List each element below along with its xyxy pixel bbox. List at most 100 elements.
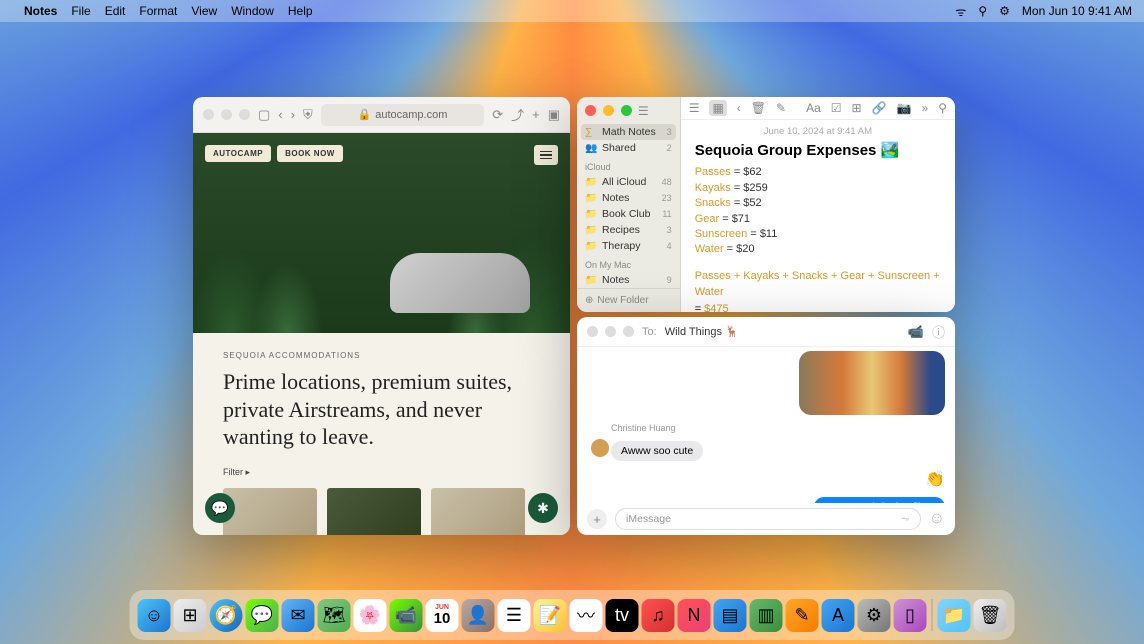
- messages-minimize-button[interactable]: [605, 326, 616, 337]
- sidebar-item-book-club[interactable]: 📁 Book Club 11: [577, 206, 680, 222]
- dock-music[interactable]: ♫: [642, 599, 675, 632]
- message-photo[interactable]: [799, 351, 945, 415]
- dock-tv[interactable]: tv: [606, 599, 639, 632]
- facetime-icon[interactable]: 📹: [908, 324, 924, 340]
- menu-help[interactable]: Help: [288, 4, 313, 18]
- table-icon[interactable]: ⊞: [852, 101, 862, 115]
- notes-close-button[interactable]: [585, 105, 596, 116]
- search-icon[interactable]: ⚲: [978, 4, 987, 18]
- list-view-icon[interactable]: ☰: [689, 101, 700, 115]
- sidebar-item-shared[interactable]: 👥 Shared 2: [577, 140, 680, 156]
- dock-settings[interactable]: ⚙: [858, 599, 891, 632]
- dock-pages[interactable]: ✎: [786, 599, 819, 632]
- share-icon[interactable]: ⤴: [511, 105, 524, 124]
- dock-contacts[interactable]: 👤: [462, 599, 495, 632]
- menu-format[interactable]: Format: [139, 4, 177, 18]
- menubar-datetime[interactable]: Mon Jun 10 9:41 AM: [1022, 4, 1132, 18]
- dock-launchpad[interactable]: ⊞: [174, 599, 207, 632]
- dock-numbers[interactable]: ▥: [750, 599, 783, 632]
- back-icon[interactable]: ‹: [737, 101, 741, 115]
- accessibility-fab[interactable]: ✱: [528, 493, 558, 523]
- safari-zoom-button[interactable]: [239, 109, 250, 120]
- message-bubble-out[interactable]: Is anyone bringing film?: [814, 497, 945, 503]
- menu-file[interactable]: File: [71, 4, 90, 18]
- sidebar-item-notes[interactable]: 📁 Notes 23: [577, 190, 680, 206]
- sidebar-toggle-icon[interactable]: ▢: [258, 107, 270, 123]
- dock-calendar[interactable]: JUN 10: [426, 599, 459, 632]
- tabs-icon[interactable]: ▣: [548, 107, 560, 123]
- hamburger-menu-icon[interactable]: [534, 145, 558, 165]
- dock-trash[interactable]: 🗑: [974, 599, 1007, 632]
- folder-icon: 📁: [585, 193, 597, 204]
- compose-icon[interactable]: ✎: [776, 101, 786, 115]
- menu-edit[interactable]: Edit: [105, 4, 126, 18]
- logo-pill[interactable]: AUTOCAMP: [205, 145, 271, 162]
- dock-facetime[interactable]: 📹: [390, 599, 423, 632]
- dock-iphone-mirror[interactable]: ▯: [894, 599, 927, 632]
- message-bubble-in[interactable]: Awww soo cute: [611, 441, 703, 461]
- new-folder-button[interactable]: ⊕ New Folder: [577, 288, 680, 312]
- emoji-reaction[interactable]: 👏: [925, 471, 945, 488]
- grid-view-icon[interactable]: ▦: [709, 100, 726, 116]
- reload-icon[interactable]: ⟳: [492, 107, 503, 123]
- dock-keynote[interactable]: ▤: [714, 599, 747, 632]
- accommodation-thumb[interactable]: [431, 488, 525, 536]
- dock-reminders[interactable]: ☰: [498, 599, 531, 632]
- dock-messages[interactable]: 💬: [246, 599, 279, 632]
- dock-photos[interactable]: 🌸: [354, 599, 387, 632]
- sidebar-item-therapy[interactable]: 📁 Therapy 4: [577, 238, 680, 254]
- dock-finder[interactable]: ☺: [138, 599, 171, 632]
- new-tab-icon[interactable]: +: [532, 107, 540, 122]
- sidebar-item-local-notes[interactable]: 📁 Notes 9: [577, 272, 680, 288]
- book-now-button[interactable]: BOOK NOW: [277, 145, 343, 162]
- menu-window[interactable]: Window: [231, 4, 274, 18]
- dock-news[interactable]: N: [678, 599, 711, 632]
- sidebar-toggle-icon[interactable]: ☰: [638, 104, 649, 118]
- sidebar-item-recipes[interactable]: 📁 Recipes 3: [577, 222, 680, 238]
- message-input[interactable]: iMessage ⏦: [615, 508, 921, 530]
- chat-fab[interactable]: 💬: [205, 493, 235, 523]
- url-field[interactable]: 🔒 autocamp.com: [321, 104, 484, 126]
- more-icon[interactable]: »: [922, 101, 929, 115]
- forward-icon[interactable]: ›: [291, 107, 295, 122]
- format-icon[interactable]: Aa: [806, 101, 821, 115]
- shield-icon[interactable]: ⛨: [303, 107, 313, 123]
- menubar-app-name[interactable]: Notes: [24, 4, 57, 18]
- note-body[interactable]: June 10, 2024 at 9:41 AM Sequoia Group E…: [681, 120, 955, 312]
- dictation-icon[interactable]: ⏦: [901, 513, 910, 526]
- dock-maps[interactable]: 🗺: [318, 599, 351, 632]
- dock-appstore[interactable]: A: [822, 599, 855, 632]
- sidebar-item-math-notes[interactable]: ∑ Math Notes 3: [581, 124, 676, 140]
- messages-close-button[interactable]: [587, 326, 598, 337]
- accommodation-thumb[interactable]: [327, 488, 421, 536]
- info-icon[interactable]: ⓘ: [932, 322, 945, 341]
- dock-downloads[interactable]: 📁: [938, 599, 971, 632]
- avatar[interactable]: [591, 439, 609, 457]
- safari-minimize-button[interactable]: [221, 109, 232, 120]
- control-center-icon[interactable]: ⚙: [999, 4, 1010, 18]
- message-input-row: + iMessage ⏦ ☺: [577, 503, 955, 535]
- emoji-picker-icon[interactable]: ☺: [929, 510, 945, 528]
- dock-mail[interactable]: ✉: [282, 599, 315, 632]
- messages-zoom-button[interactable]: [623, 326, 634, 337]
- wifi-icon[interactable]: ᯤ: [955, 3, 966, 20]
- trash-icon[interactable]: 🗑: [751, 101, 766, 115]
- dock-freeform[interactable]: 〰: [570, 599, 603, 632]
- menu-view[interactable]: View: [191, 4, 217, 18]
- sidebar-item-all-icloud[interactable]: 📁 All iCloud 48: [577, 174, 680, 190]
- filter-button[interactable]: Filter ▸: [223, 467, 570, 478]
- checklist-icon[interactable]: ☑: [831, 101, 842, 115]
- media-icon[interactable]: 📷: [897, 101, 912, 115]
- safari-close-button[interactable]: [203, 109, 214, 120]
- notes-zoom-button[interactable]: [621, 105, 632, 116]
- dock-separator: [932, 599, 933, 631]
- dock-safari[interactable]: 🧭: [210, 599, 243, 632]
- back-icon[interactable]: ‹: [278, 107, 282, 122]
- search-icon[interactable]: ⚲: [938, 101, 947, 115]
- link-icon[interactable]: 🔗: [872, 101, 887, 115]
- apps-plus-button[interactable]: +: [587, 509, 607, 529]
- accommodation-thumb[interactable]: [223, 488, 317, 536]
- dock-notes[interactable]: 📝: [534, 599, 567, 632]
- to-name[interactable]: Wild Things 🦌: [665, 325, 739, 338]
- notes-minimize-button[interactable]: [603, 105, 614, 116]
